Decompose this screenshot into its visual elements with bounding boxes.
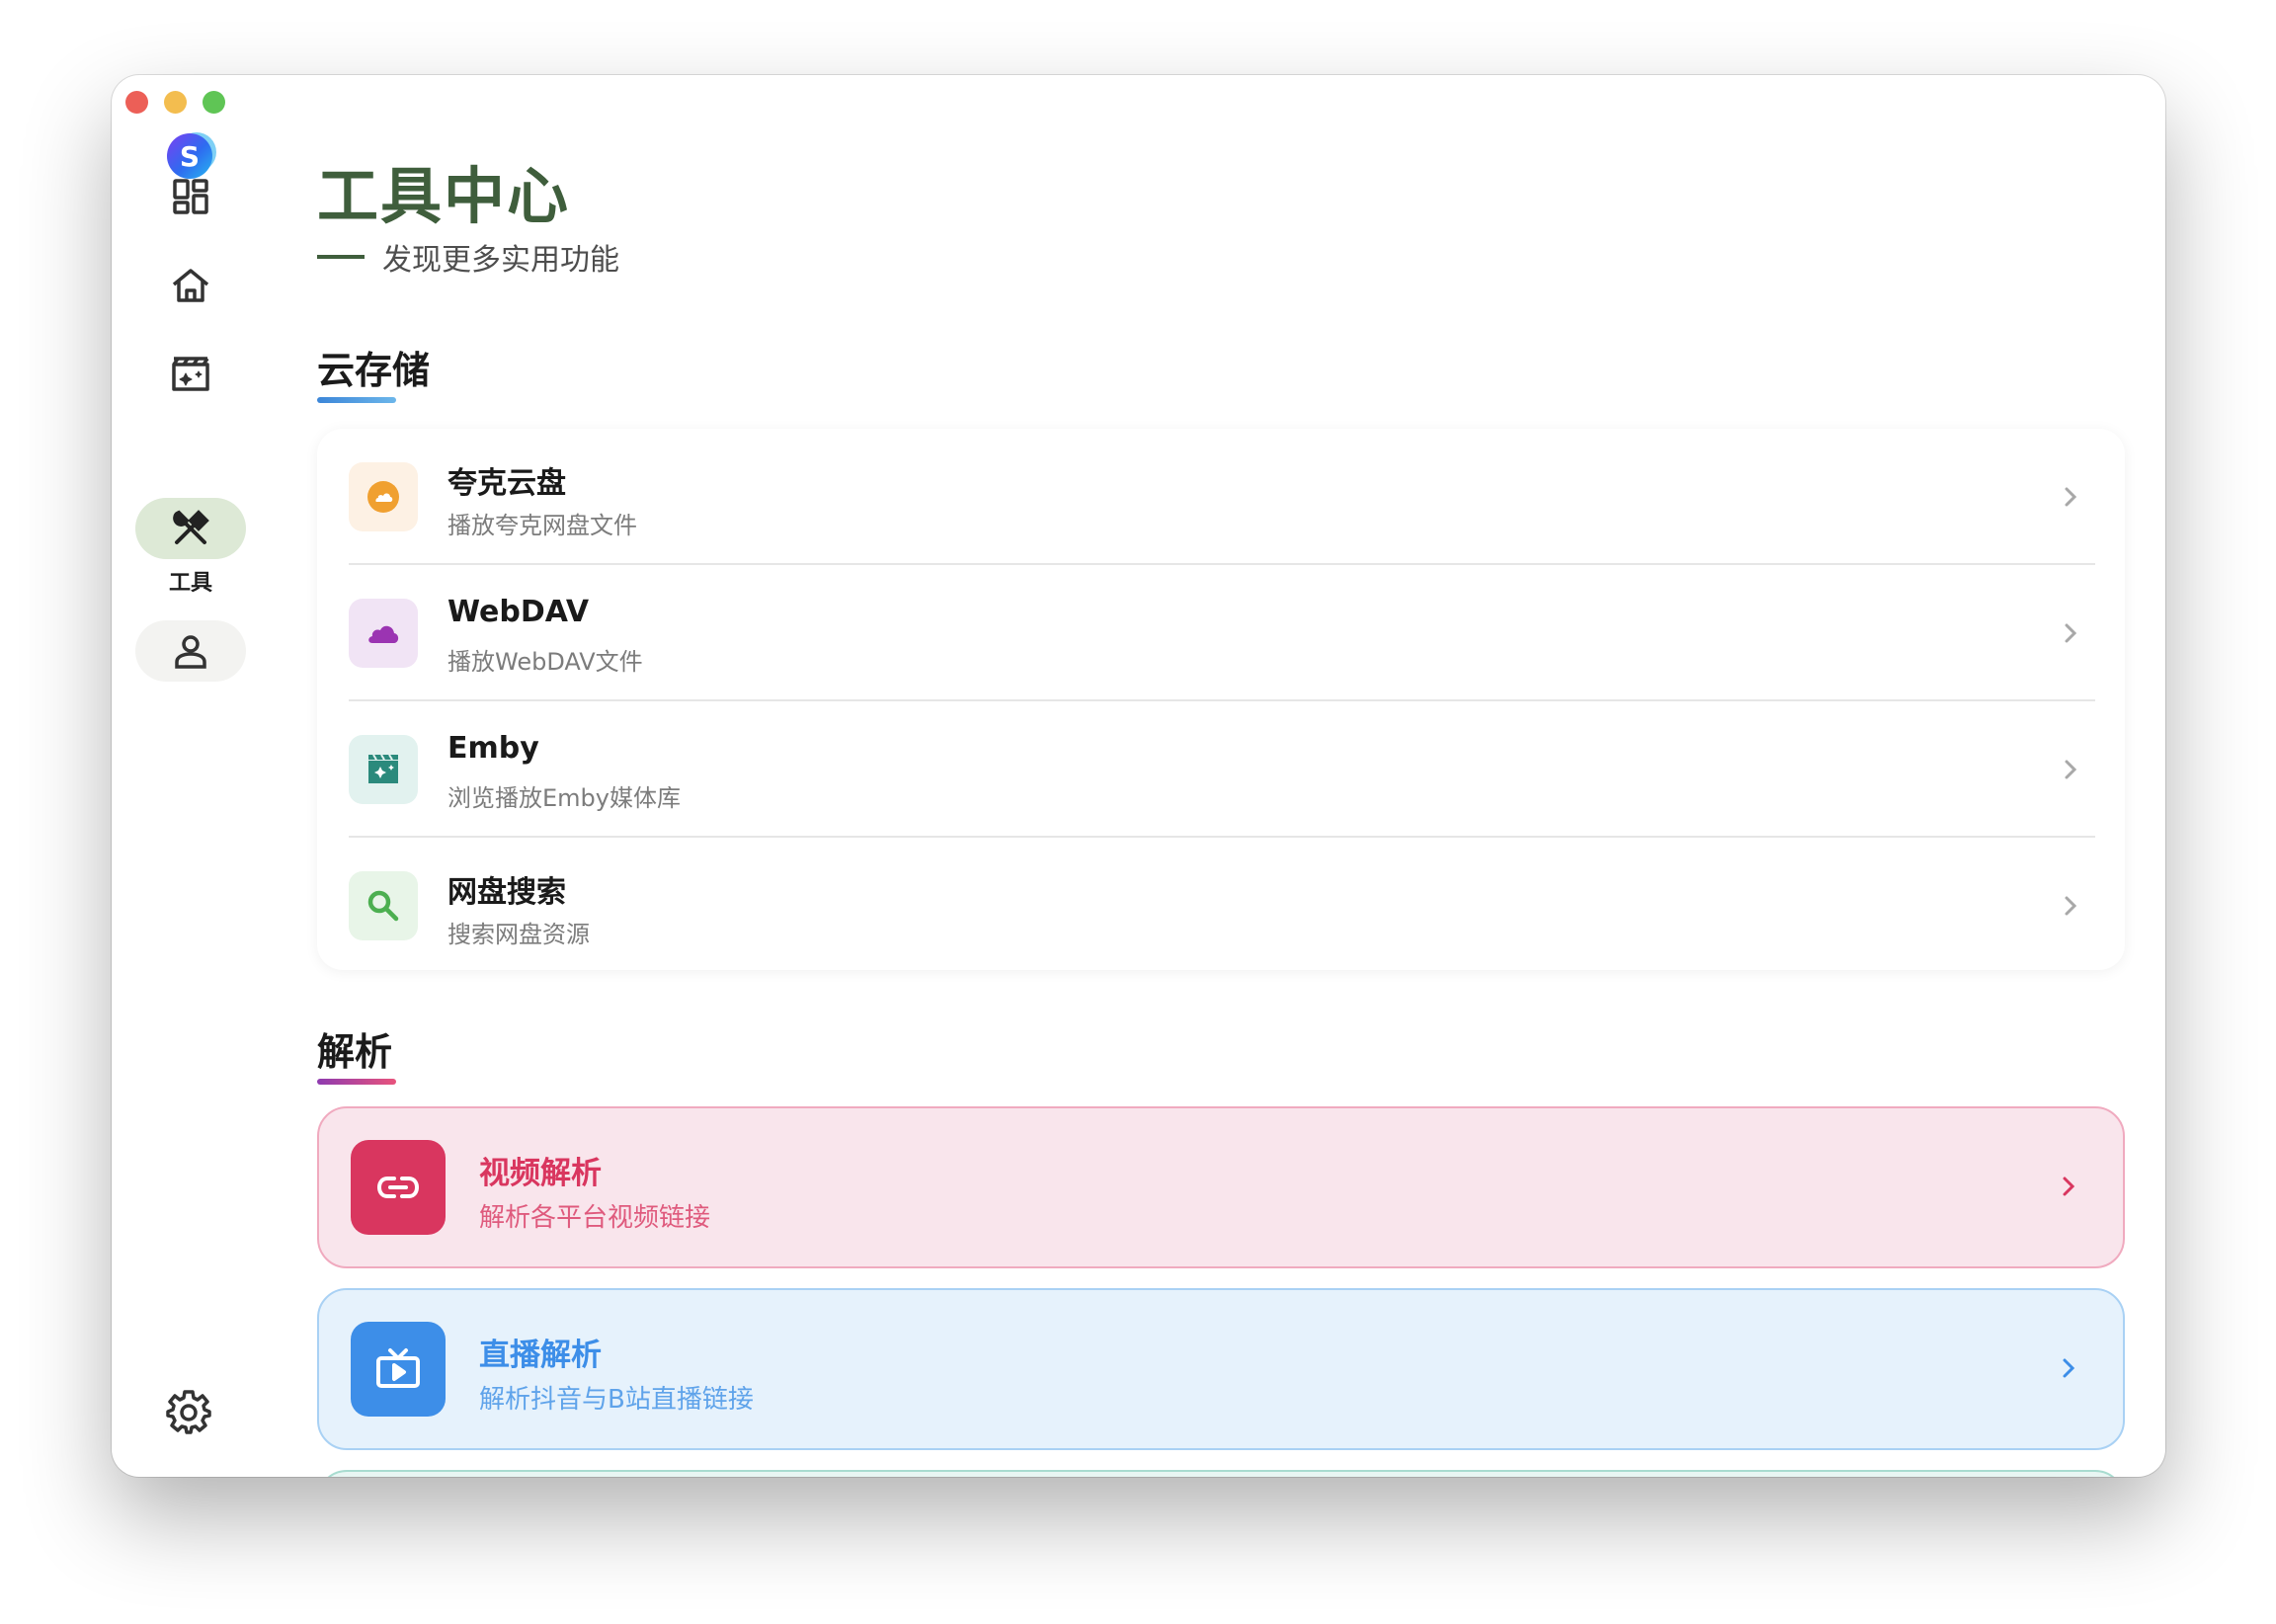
dashboard-icon	[173, 179, 208, 214]
list-item-subtitle: 浏览播放Emby媒体库	[447, 784, 681, 812]
list-item-quark[interactable]: 夸克云盘 播放夸克网盘文件	[317, 429, 2125, 565]
next-parse-card-partial[interactable]	[317, 1470, 2125, 1477]
chevron-right-icon	[2065, 623, 2077, 643]
list-item-title: 夸克云盘	[447, 466, 566, 501]
chevron-right-icon	[2063, 1177, 2075, 1196]
list-item-title: Emby	[447, 731, 539, 766]
list-item-pan-search[interactable]: 网盘搜索 搜索网盘资源	[317, 838, 2125, 974]
webdav-icon-tile	[349, 599, 418, 668]
search-icon-tile	[349, 871, 418, 940]
page-subtitle-row: 发现更多实用功能	[317, 235, 619, 279]
list-item-subtitle: 播放夸克网盘文件	[447, 512, 637, 539]
page-title: 工具中心	[317, 160, 571, 232]
tv-icon	[376, 1348, 420, 1388]
movie-icon	[172, 357, 209, 391]
list-item-webdav[interactable]: WebDAV 播放WebDAV文件	[317, 565, 2125, 701]
chevron-right-icon	[2065, 896, 2077, 916]
nav-home[interactable]	[135, 255, 246, 316]
section-title-cloud: 云存储	[317, 349, 431, 392]
nav-tools[interactable]	[135, 498, 246, 559]
list-item-subtitle: 播放WebDAV文件	[447, 648, 643, 676]
video-parse-title: 视频解析	[479, 1156, 602, 1191]
live-parse-icon-tile	[351, 1322, 446, 1417]
emby-icon-tile	[349, 735, 418, 804]
nav-profile[interactable]	[135, 620, 246, 682]
chevron-right-icon	[2063, 1358, 2075, 1378]
tools-icon	[173, 510, 209, 544]
subtitle-dash	[317, 255, 365, 259]
cloud-icon	[367, 481, 399, 513]
section-underline-cloud	[317, 397, 396, 403]
live-parse-title: 直播解析	[479, 1338, 602, 1373]
sidebar: S 工具	[112, 75, 270, 1477]
live-parse-subtitle: 解析抖音与B站直播链接	[479, 1385, 754, 1415]
nav-media[interactable]	[135, 344, 246, 405]
list-item-subtitle: 搜索网盘资源	[447, 921, 590, 948]
gear-icon[interactable]	[165, 1387, 212, 1434]
video-parse-subtitle: 解析各平台视频链接	[479, 1203, 711, 1233]
list-item-emby[interactable]: Emby 浏览播放Emby媒体库	[317, 701, 2125, 838]
live-parse-card[interactable]: 直播解析 解析抖音与B站直播链接	[317, 1288, 2125, 1450]
nav-tools-label: 工具	[168, 571, 212, 596]
page-subtitle: 发现更多实用功能	[382, 243, 619, 278]
cloud-icon	[368, 625, 399, 643]
movie-icon	[368, 754, 398, 783]
video-parse-card[interactable]: 视频解析 解析各平台视频链接	[317, 1106, 2125, 1268]
person-icon	[175, 635, 206, 669]
list-item-title: 网盘搜索	[447, 875, 566, 910]
list-item-title: WebDAV	[447, 595, 590, 629]
section-title-parse: 解析	[317, 1030, 393, 1074]
section-underline-parse	[317, 1079, 396, 1085]
home-icon	[172, 269, 209, 302]
search-icon	[367, 890, 399, 922]
video-parse-icon-tile	[351, 1140, 446, 1235]
chevron-right-icon	[2065, 760, 2077, 779]
quark-icon-tile	[349, 462, 418, 531]
chevron-right-icon	[2065, 487, 2077, 507]
app-window: S 工具 工具中心 发现更多实用功能 云存储 夸克云盘 播放夸克网盘文件 Web…	[112, 75, 2165, 1477]
cloud-storage-list: 夸克云盘 播放夸克网盘文件 WebDAV 播放WebDAV文件 Emby 浏览播…	[317, 429, 2125, 970]
nav-dashboard[interactable]	[135, 166, 246, 227]
link-icon	[376, 1177, 420, 1198]
